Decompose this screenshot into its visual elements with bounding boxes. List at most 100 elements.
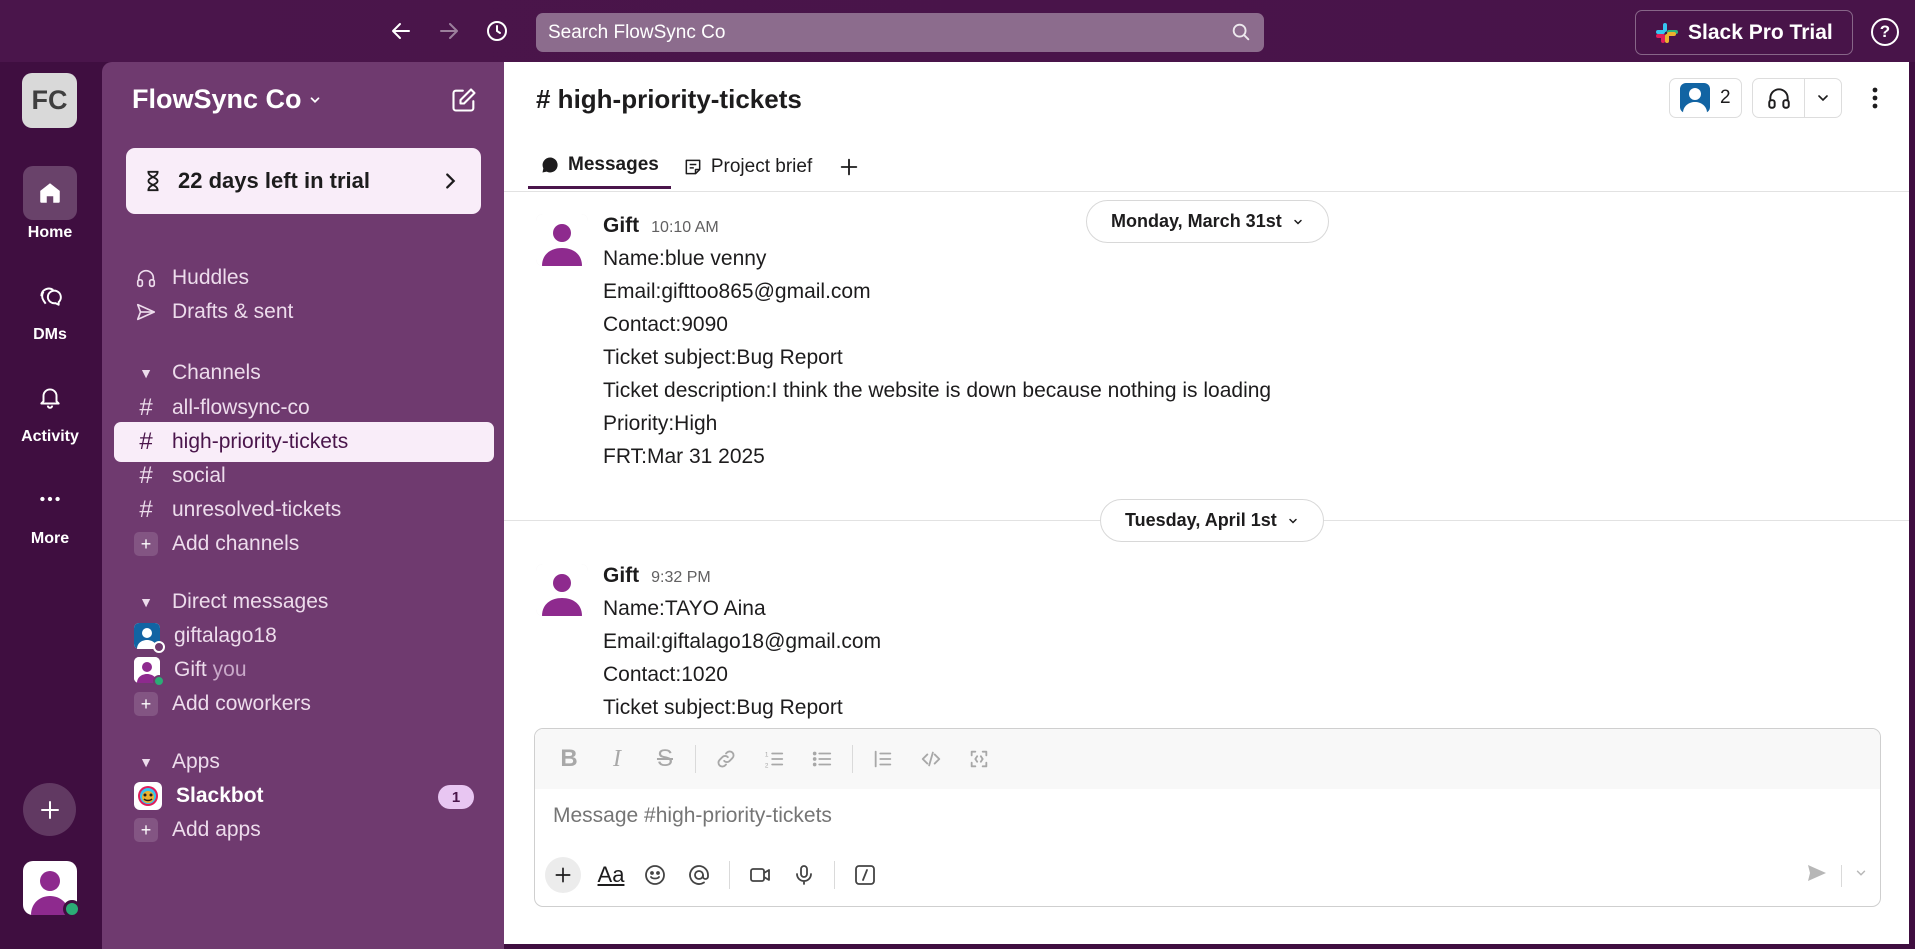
blockquote-icon[interactable] bbox=[861, 739, 905, 779]
plus-icon[interactable] bbox=[545, 857, 581, 893]
dm-header-label: Direct messages bbox=[172, 590, 329, 613]
message-author[interactable]: Gift bbox=[603, 214, 639, 238]
search-icon bbox=[1232, 23, 1250, 41]
code-block-icon[interactable] bbox=[957, 739, 1001, 779]
caret-down-icon: ▼ bbox=[139, 754, 153, 770]
search-placeholder: Search FlowSync Co bbox=[548, 21, 726, 43]
ordered-list-icon[interactable]: 12 bbox=[752, 739, 796, 779]
plus-icon: + bbox=[134, 532, 158, 556]
sidebar-item-label: Drafts & sent bbox=[172, 300, 294, 323]
text-format-icon[interactable]: Aa bbox=[591, 855, 631, 895]
channel-label: all-flowsync-co bbox=[172, 396, 310, 419]
svg-text:2: 2 bbox=[765, 762, 769, 769]
video-icon[interactable] bbox=[740, 855, 780, 895]
message-timestamp[interactable]: 9:32 PM bbox=[651, 569, 711, 587]
chevron-down-icon[interactable] bbox=[1805, 90, 1841, 106]
rail-dms-label: DMs bbox=[33, 326, 67, 343]
headphones-icon bbox=[134, 266, 158, 290]
add-channels-button[interactable]: + Add channels bbox=[114, 524, 494, 564]
compose-button[interactable] bbox=[450, 86, 480, 116]
add-tab-button[interactable] bbox=[824, 144, 874, 189]
hash-icon: # bbox=[139, 394, 153, 421]
italic-icon[interactable]: I bbox=[595, 739, 639, 779]
avatar[interactable] bbox=[536, 564, 588, 616]
rail-more[interactable]: More bbox=[0, 472, 100, 548]
rail-dms[interactable]: DMs bbox=[0, 268, 100, 344]
sidebar-item-drafts[interactable]: Drafts & sent bbox=[114, 292, 494, 332]
bell-icon bbox=[40, 388, 60, 409]
send-controls bbox=[1805, 861, 1868, 890]
rail-more-label: More bbox=[30, 530, 70, 547]
rail-home-label: Home bbox=[27, 224, 73, 241]
huddle-button[interactable] bbox=[1752, 78, 1842, 118]
message-line: Contact:1020 bbox=[603, 663, 728, 686]
svg-text:1: 1 bbox=[765, 751, 769, 758]
channel-title[interactable]: # high-priority-tickets bbox=[536, 84, 802, 115]
online-status-dot bbox=[63, 900, 81, 918]
bulleted-list-icon[interactable] bbox=[800, 739, 844, 779]
workspace-name-button[interactable]: FlowSync Co bbox=[132, 84, 322, 115]
tab-project-brief[interactable]: Project brief bbox=[671, 144, 824, 189]
mention-icon[interactable] bbox=[679, 855, 719, 895]
slack-logo-icon bbox=[1656, 22, 1678, 43]
emoji-icon[interactable] bbox=[635, 855, 675, 895]
link-icon[interactable] bbox=[704, 739, 748, 779]
dm-label: giftalago18 bbox=[174, 624, 277, 647]
message-item[interactable]: Gift 10:10 AM Name:blue venny Email:gift… bbox=[536, 214, 1836, 468]
search-input[interactable]: Search FlowSync Co bbox=[536, 13, 1264, 52]
date-divider-button[interactable]: Tuesday, April 1st bbox=[1100, 499, 1324, 542]
add-coworkers-button[interactable]: + Add coworkers bbox=[114, 684, 494, 724]
compose-icon bbox=[452, 88, 476, 112]
trial-label: Slack Pro Trial bbox=[1688, 20, 1833, 44]
workspace-avatar[interactable]: FC bbox=[22, 73, 77, 128]
tab-messages[interactable]: Messages bbox=[528, 144, 671, 189]
plus-icon: + bbox=[134, 692, 158, 716]
dms-icon bbox=[40, 287, 62, 306]
app-label: Slackbot bbox=[176, 784, 264, 807]
channel-more-button[interactable] bbox=[1860, 82, 1890, 114]
avatar bbox=[134, 657, 165, 687]
plus-icon: + bbox=[134, 818, 158, 842]
rail-activity[interactable]: Activity bbox=[0, 370, 100, 446]
trial-banner[interactable]: 22 days left in trial bbox=[126, 148, 481, 214]
slack-pro-trial-button[interactable]: Slack Pro Trial bbox=[1635, 10, 1853, 55]
add-apps-button[interactable]: + Add apps bbox=[114, 810, 494, 850]
rail-home[interactable]: Home bbox=[0, 166, 100, 242]
send-icon[interactable] bbox=[1805, 861, 1829, 890]
message-line: Ticket subject:Bug Report bbox=[603, 696, 843, 719]
channel-view: # high-priority-tickets 2 Messages Proje… bbox=[504, 62, 1909, 944]
chevron-down-icon[interactable] bbox=[1854, 866, 1868, 885]
help-button[interactable]: ? bbox=[1871, 18, 1899, 46]
channels-section-header[interactable]: ▼ Channels bbox=[114, 353, 494, 393]
microphone-icon[interactable] bbox=[784, 855, 824, 895]
clock-icon bbox=[487, 21, 507, 41]
code-icon[interactable] bbox=[909, 739, 953, 779]
channel-label: social bbox=[172, 464, 226, 487]
message-timestamp[interactable]: 10:10 AM bbox=[651, 219, 719, 237]
forward-button[interactable] bbox=[434, 16, 464, 46]
avatar[interactable] bbox=[536, 214, 588, 266]
toolbar-divider bbox=[695, 745, 696, 773]
members-button[interactable]: 2 bbox=[1669, 78, 1742, 118]
message-line: Ticket description:I think the website i… bbox=[603, 379, 1272, 402]
trial-banner-text: 22 days left in trial bbox=[178, 168, 370, 193]
dms-icon-wrap bbox=[23, 268, 77, 322]
back-button[interactable] bbox=[386, 16, 416, 46]
formatting-toolbar: B I S 12 bbox=[535, 729, 1880, 789]
history-button[interactable] bbox=[482, 16, 512, 46]
message-input[interactable] bbox=[553, 804, 1753, 828]
ellipsis-icon bbox=[40, 496, 60, 502]
message-body: Gift 10:10 AM Name:blue venny Email:gift… bbox=[603, 214, 1271, 473]
strikethrough-icon[interactable]: S bbox=[643, 739, 687, 779]
create-new-button[interactable] bbox=[23, 783, 76, 836]
composer-actions: Aa bbox=[545, 855, 885, 895]
channels-header-label: Channels bbox=[172, 361, 261, 384]
message-author[interactable]: Gift bbox=[603, 564, 639, 588]
chevron-right-icon bbox=[446, 173, 456, 189]
slash-command-icon[interactable] bbox=[845, 855, 885, 895]
channel-label: high-priority-tickets bbox=[172, 430, 349, 453]
hash-icon: # bbox=[139, 462, 153, 489]
you-label: you bbox=[212, 658, 247, 681]
message-line: Ticket subject:Bug Report bbox=[603, 346, 843, 369]
bold-icon[interactable]: B bbox=[547, 739, 591, 779]
